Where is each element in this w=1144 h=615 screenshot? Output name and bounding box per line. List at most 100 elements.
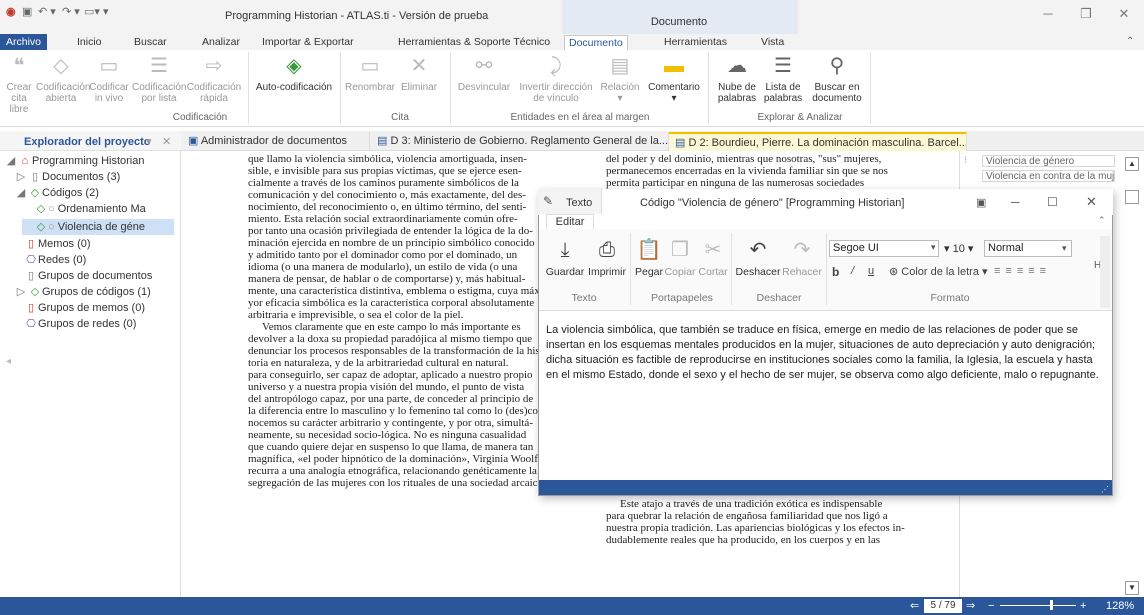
italic-button[interactable]: /: [851, 265, 854, 277]
tab-d3[interactable]: ▤ D 3: Ministerio de Gobierno. Reglament…: [371, 132, 669, 151]
zoom-in-icon[interactable]: +: [1080, 599, 1086, 613]
tab-vista[interactable]: Vista: [757, 35, 788, 50]
eliminar-button[interactable]: ✕ Eliminar: [398, 53, 440, 93]
popup-close-icon[interactable]: ✕: [1086, 194, 1097, 210]
popup-maximize-icon[interactable]: ☐: [1047, 195, 1058, 209]
quote-icon: ❝: [13, 55, 25, 77]
font-color-button[interactable]: ⊛ Color de la letra ▾: [889, 265, 988, 278]
pin-icon[interactable]: ▾: [146, 135, 152, 148]
tree-label: Programming Historian: [32, 155, 145, 167]
next-page-icon[interactable]: ⇒: [966, 599, 975, 613]
new-icon[interactable]: ▭▾ ▾: [84, 5, 109, 18]
codificar-in-vivo-button[interactable]: ▭ Codificar in vivo: [86, 53, 132, 104]
margin-code-violencia-mujer[interactable]: Violencia en contra de la mujer: [982, 170, 1115, 182]
tree-item-grupos-memos[interactable]: ▯ Grupos de memos (0): [24, 300, 145, 316]
tree-item-project[interactable]: ◢ ⌂ Programming Historian: [4, 153, 145, 169]
redo-icon[interactable]: ↷ ▾: [62, 5, 80, 18]
tab-inicio[interactable]: Inicio: [73, 35, 106, 50]
comentario-button[interactable]: ▬ Comentario ▾: [643, 53, 705, 104]
rehacer-button[interactable]: ↷ Rehacer: [780, 237, 824, 278]
alignment-icons[interactable]: ≡≡≡≡≡: [994, 265, 1051, 277]
popup-subtab-editar[interactable]: Editar: [546, 214, 594, 229]
style-select[interactable]: Normal: [984, 240, 1072, 257]
restore-icon[interactable]: ❐: [1075, 6, 1097, 22]
popup-collapse-icon[interactable]: ⌃: [1098, 215, 1106, 226]
popup-tab-label: Texto: [566, 197, 593, 209]
auto-cod-label: Auto-codificación: [255, 82, 333, 93]
lista-palabras-button[interactable]: ☰ Lista de palabras: [760, 53, 806, 104]
collapse-panel-icon[interactable]: ◂: [6, 356, 11, 367]
tree-item-grupos-redes[interactable]: ⎔ Grupos de redes (0): [24, 316, 136, 332]
tree-item-grupos-codigos[interactable]: ▷ ◇ Grupos de códigos (1): [14, 284, 151, 300]
desvincular-button[interactable]: ⚯ Desvincular: [454, 53, 514, 93]
popup-restore-icon[interactable]: ▣: [976, 196, 986, 209]
relacion-button[interactable]: ▤ Relación ▾: [597, 53, 643, 104]
codificacion-abierta-button[interactable]: ◇ Codificación abierta: [36, 53, 90, 104]
zoom-out-icon[interactable]: −: [988, 599, 994, 613]
scroll-up-button[interactable]: ▲: [1125, 157, 1139, 171]
zoom-slider-thumb[interactable]: [1050, 600, 1053, 610]
tab-d2-active[interactable]: ▤ D 2: Bourdieu, Pierre. La dominación m…: [669, 132, 967, 151]
close-icon[interactable]: ✕: [1113, 6, 1135, 22]
tree-item-grupos-documentos[interactable]: ▯ Grupos de documentos: [24, 268, 152, 284]
prev-page-icon[interactable]: ⇐: [910, 599, 919, 613]
undo-icon: ↶: [749, 239, 767, 261]
document-line: para quebrar la relación de engañosa fam…: [606, 510, 888, 522]
tree-item-redes[interactable]: ⎔ Redes (0): [24, 252, 86, 268]
renombrar-button[interactable]: ▭ Renombrar: [340, 53, 400, 93]
underline-button[interactable]: u: [868, 265, 874, 277]
collapse-ribbon-icon[interactable]: ⌃: [1126, 36, 1134, 47]
minimize-icon[interactable]: ─: [1037, 6, 1059, 21]
tab-importar[interactable]: Importar & Exportar: [258, 35, 358, 50]
invertir-direccion-button[interactable]: ⤸ Invertir dirección de vínculo: [514, 53, 598, 104]
margin-checkbox[interactable]: [1125, 190, 1139, 204]
tree-item-memos[interactable]: ▯ Memos (0): [24, 236, 91, 252]
popup-minimize-icon[interactable]: ─: [1011, 195, 1020, 209]
deshacer-button[interactable]: ↶ Deshacer: [734, 237, 782, 278]
margin-code-violencia[interactable]: Violencia de género: [982, 155, 1115, 167]
font-size-select[interactable]: ▾ 10 ▾: [944, 242, 973, 255]
undo-icon[interactable]: ↶ ▾: [38, 5, 56, 18]
popup-title: Código "Violencia de género" [Programmin…: [640, 197, 905, 209]
buscar-documento-button[interactable]: ⚲ Buscar en documento: [808, 53, 866, 104]
tree-item-codigos[interactable]: ◢ ◇ Códigos (2): [14, 185, 99, 201]
zoom-slider-track[interactable]: [1000, 605, 1076, 606]
resize-grip-icon[interactable]: ⋰: [1101, 485, 1109, 494]
close-panel-icon[interactable]: ✕: [162, 135, 171, 148]
code-icon: ◇: [36, 221, 46, 233]
cortar-button[interactable]: ✂ Cortar: [696, 237, 730, 278]
crear-cita-button[interactable]: ❝ Crear cita libre: [2, 53, 36, 115]
auto-codificacion-button[interactable]: ◈ Auto-codificación: [252, 53, 336, 93]
document-line: permita participar en ninguna de las num…: [606, 177, 865, 189]
font-dropdown-icon[interactable]: ▾: [931, 242, 936, 253]
comment-editor-text[interactable]: La violencia simbólica, que también se t…: [546, 323, 1106, 383]
tree-item-violencia[interactable]: ◇ ○ Violencia de géne: [34, 219, 174, 235]
tab-documento[interactable]: Documento: [564, 35, 628, 50]
tree-item-ordenamiento[interactable]: ◇ ○ Ordenamiento Ma: [34, 201, 174, 217]
tab-herramientas[interactable]: Herramientas: [660, 35, 731, 50]
pegar-button[interactable]: 📋 Pegar: [633, 237, 665, 278]
style-dropdown-icon[interactable]: ▾: [1062, 243, 1067, 254]
manager-icon: ▣: [188, 135, 201, 147]
tab-buscar[interactable]: Buscar: [130, 35, 171, 50]
tab-archivo[interactable]: Archivo: [0, 34, 48, 50]
nube-palabras-button[interactable]: ☁ Nube de palabras: [712, 53, 762, 104]
codificacion-lista-button[interactable]: ☰ Codificación por lista: [132, 53, 186, 104]
scroll-down-button[interactable]: ▼: [1125, 581, 1139, 595]
imprimir-button[interactable]: ⎙ Imprimir: [585, 237, 629, 278]
tree-item-documentos[interactable]: ▷ ▯ Documentos (3): [14, 169, 121, 185]
codificacion-rapida-button[interactable]: ⇨ Codificación rápida: [186, 53, 242, 104]
bold-button[interactable]: b: [832, 265, 839, 279]
deshacer-label: Deshacer: [735, 266, 781, 278]
tab-herramientas-soporte[interactable]: Herramientas & Soporte Técnico: [394, 35, 554, 50]
save-icon[interactable]: ▣: [22, 5, 32, 18]
copiar-button[interactable]: ❐ Copiar: [663, 237, 697, 278]
tab-analizar[interactable]: Analizar: [198, 35, 244, 50]
guardar-button[interactable]: ⤓ Guardar: [543, 237, 587, 278]
tab-administrador[interactable]: ▣ Administrador de documentos: [182, 132, 370, 151]
font-family-select[interactable]: Segoe UI: [829, 240, 939, 257]
page-indicator[interactable]: 5 / 79: [924, 599, 962, 613]
desvincular-label: Desvincular: [457, 82, 511, 93]
tree-label: Memos (0): [38, 238, 91, 250]
popup-ribbon-scroll[interactable]: [1100, 236, 1110, 308]
